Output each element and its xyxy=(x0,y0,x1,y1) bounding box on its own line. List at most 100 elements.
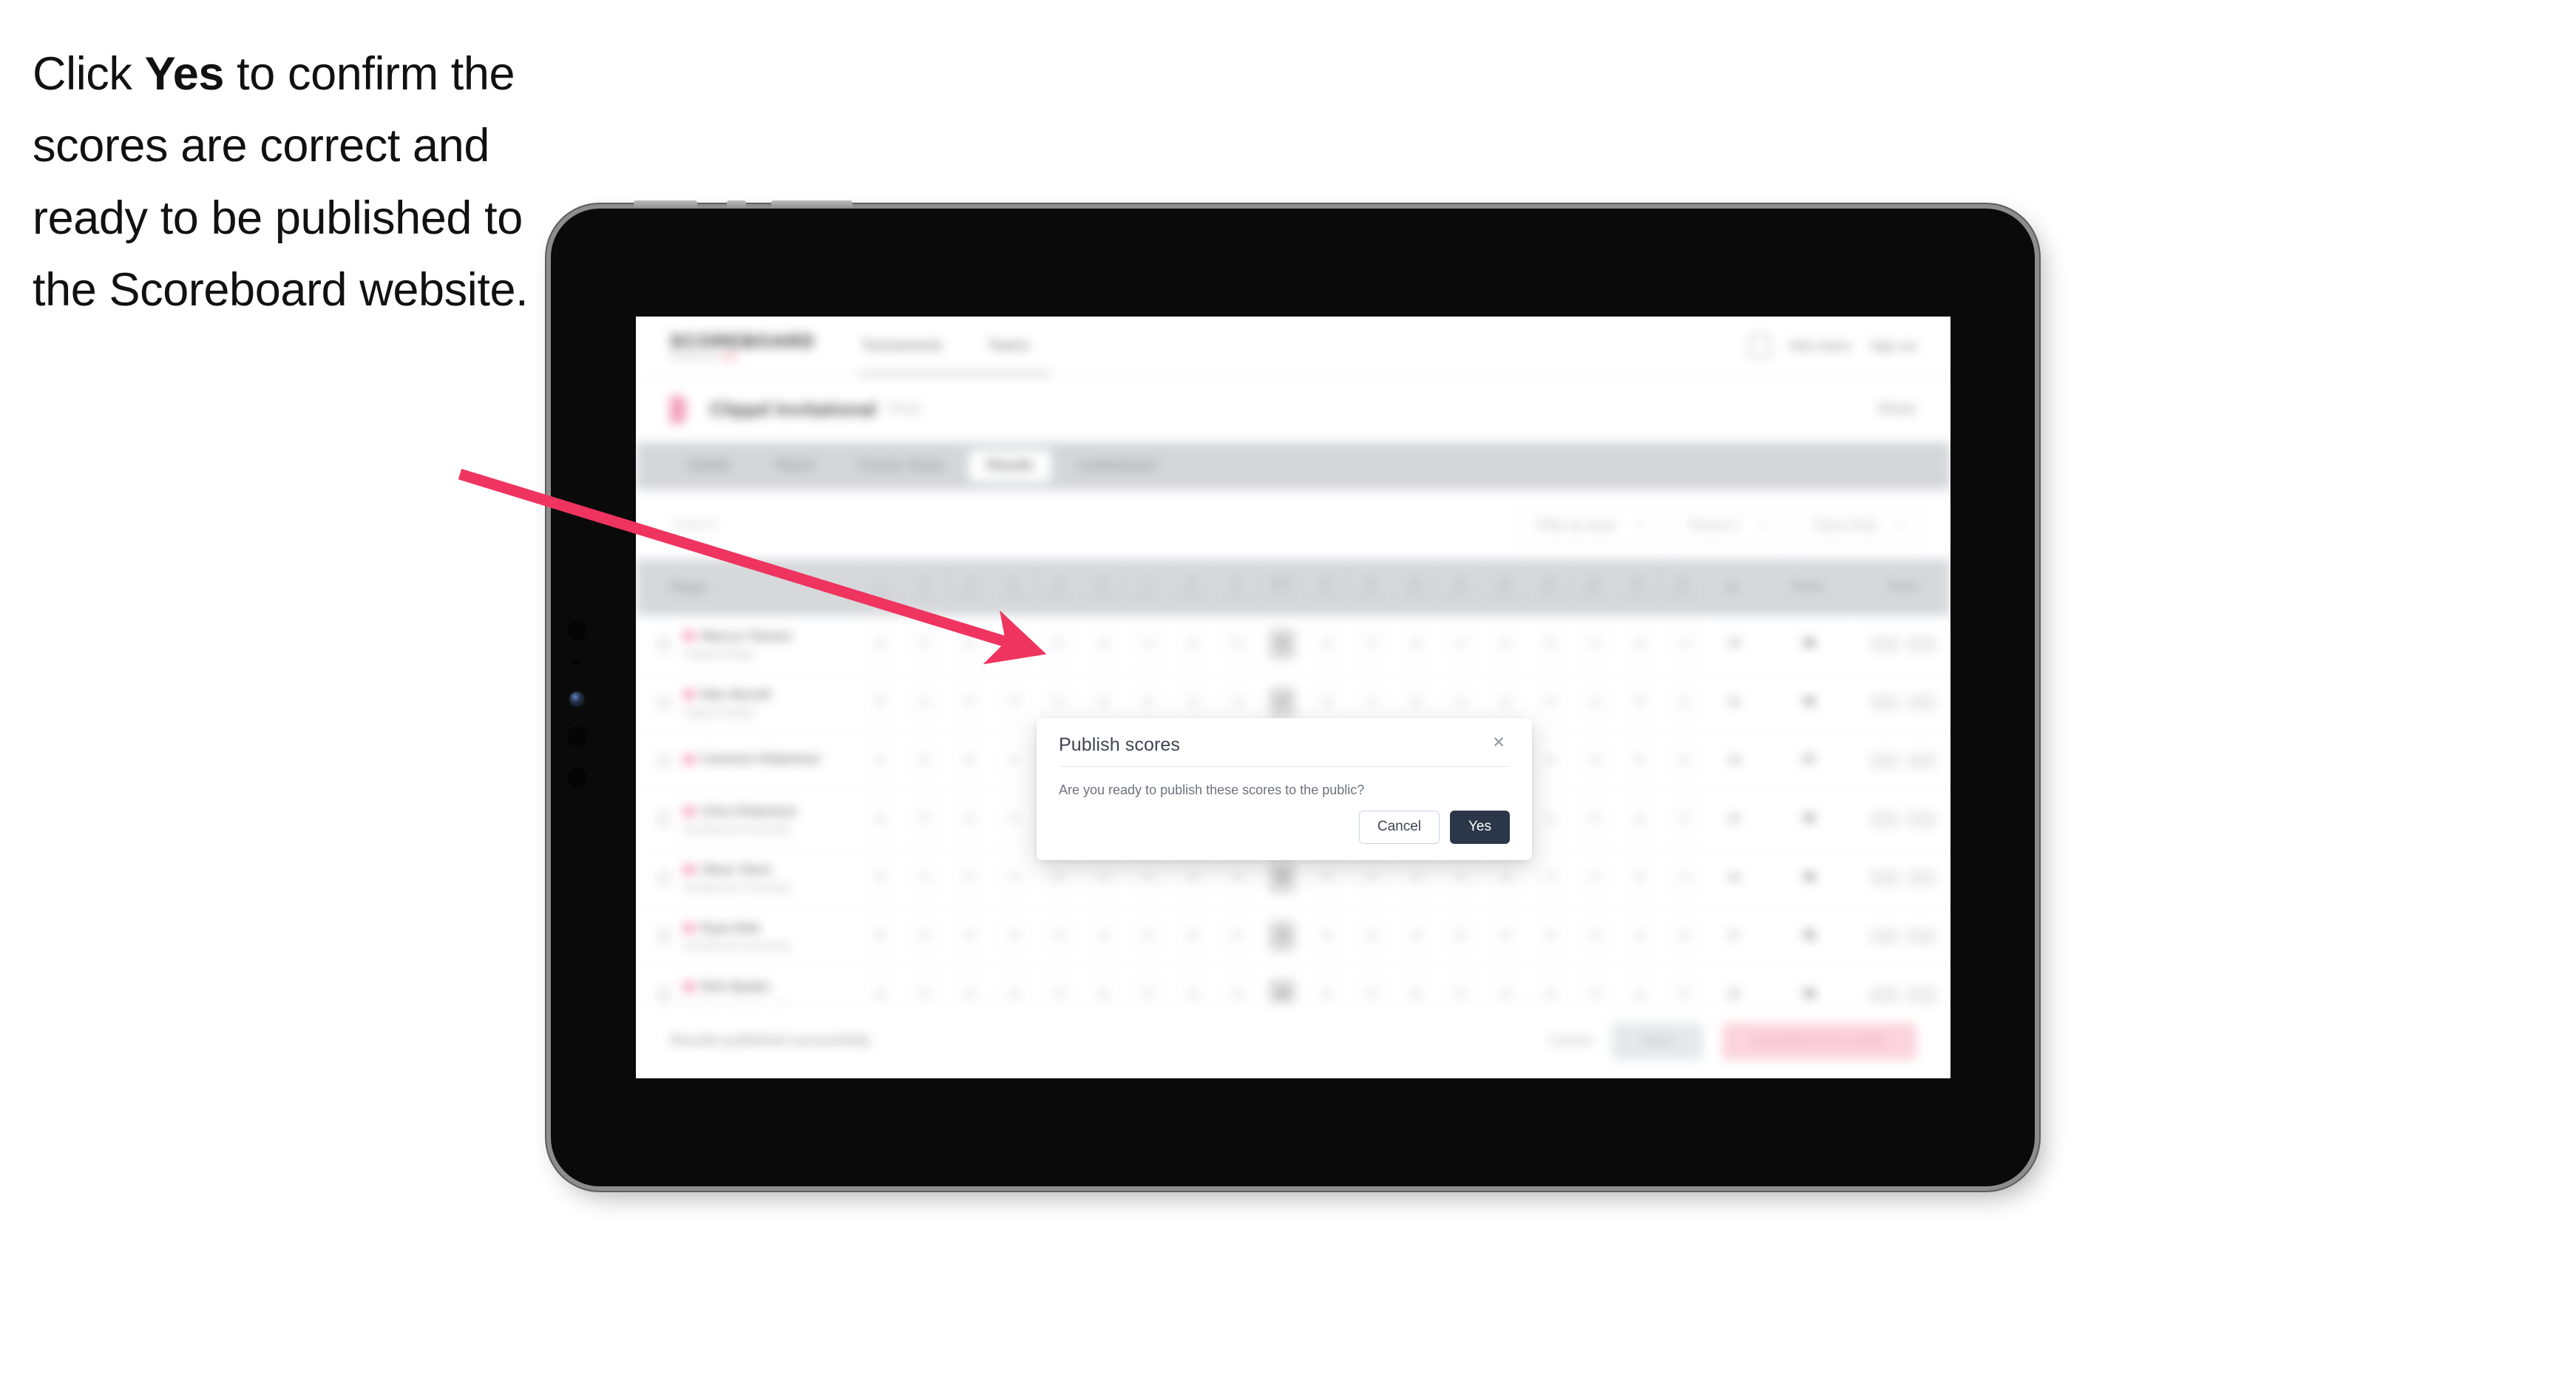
score-cell[interactable]: 4 xyxy=(1528,674,1572,731)
score-cell[interactable]: 4 xyxy=(902,907,946,965)
yes-button[interactable]: Yes xyxy=(1450,811,1510,844)
score-cell[interactable]: 5 xyxy=(1617,849,1661,907)
score-cell[interactable]: 4 xyxy=(992,966,1036,1003)
score-cell[interactable]: 4 xyxy=(1617,907,1661,965)
score-cell[interactable]: 4 xyxy=(1215,966,1259,1003)
score-cell[interactable]: 5 xyxy=(1528,615,1572,673)
score-cell[interactable]: 5 xyxy=(1438,907,1482,965)
score-cell[interactable]: 5 xyxy=(1349,615,1394,673)
score-cell[interactable]: 38 xyxy=(1260,907,1304,965)
footer-unpublish-button[interactable]: Unpublish from public xyxy=(1722,1022,1916,1060)
power-button[interactable] xyxy=(634,200,697,209)
score-cell[interactable]: 4 xyxy=(1662,732,1706,790)
score-cell[interactable]: 4 xyxy=(1126,907,1170,965)
score-cell[interactable]: 4 xyxy=(947,615,992,673)
score-cell[interactable]: 5 xyxy=(1170,907,1215,965)
score-cell[interactable]: 4 xyxy=(1617,966,1661,1003)
score-cell[interactable]: 5 xyxy=(902,615,946,673)
score-cell[interactable]: 4 xyxy=(1081,615,1125,673)
score-cell[interactable]: 4 xyxy=(992,849,1036,907)
score-cell[interactable]: 5 xyxy=(1081,966,1125,1003)
score-cell[interactable]: 4 xyxy=(1349,966,1394,1003)
score-cell[interactable]: 4 xyxy=(1438,966,1482,1003)
score-cell[interactable]: 4 xyxy=(1528,907,1572,965)
score-cell[interactable]: 4 xyxy=(947,907,992,965)
score-cell[interactable]: 4 xyxy=(902,791,946,848)
score-cell[interactable]: 4 xyxy=(992,674,1036,731)
score-cell[interactable]: 4 xyxy=(1573,966,1617,1003)
drag-handle-icon[interactable] xyxy=(658,694,670,711)
score-cell[interactable]: 4 xyxy=(1483,966,1528,1003)
tab-teams[interactable]: Teams xyxy=(756,450,833,482)
score-cell[interactable]: 38 xyxy=(1260,966,1304,1003)
score-cell[interactable]: 4 xyxy=(1617,791,1661,848)
score-cell[interactable]: 38 xyxy=(1260,615,1304,673)
score-cell[interactable]: 4 xyxy=(1573,849,1617,907)
score-cell[interactable]: 4 xyxy=(1304,907,1349,965)
table-row[interactable]: Ryan Britt Southwood University 5 4 4 4 4 4 4 5 4 3… xyxy=(636,907,1950,966)
nav-item-tournaments[interactable]: Tournaments xyxy=(861,338,943,354)
drag-handle-icon[interactable] xyxy=(658,753,670,769)
table-row[interactable]: Rich BarkerSouthwood University454445444… xyxy=(636,966,1950,1003)
tab-results[interactable]: Results xyxy=(969,450,1051,482)
score-cell[interactable]: 5 xyxy=(947,849,992,907)
score-cell[interactable]: 4 xyxy=(992,732,1036,790)
score-cell[interactable]: 4 xyxy=(1528,966,1572,1003)
score-cell[interactable]: 4 xyxy=(858,791,902,848)
score-cell[interactable]: 4 xyxy=(858,966,902,1003)
score-cell[interactable]: 4 xyxy=(1081,907,1125,965)
score-cell[interactable]: 4 xyxy=(1483,907,1528,965)
score-cell[interactable]: 5 xyxy=(1573,791,1617,848)
score-cell[interactable]: 4 xyxy=(1617,615,1661,673)
score-cell[interactable]: 4 xyxy=(1573,732,1617,790)
score-cell[interactable]: 5 xyxy=(1617,732,1661,790)
score-cell[interactable]: 5 xyxy=(902,966,946,1003)
score-cell[interactable]: 4 xyxy=(902,849,946,907)
tab-leaderboard[interactable]: Leaderboard xyxy=(1059,450,1174,482)
score-cell[interactable]: 5 xyxy=(902,732,946,790)
tab-details[interactable]: Details xyxy=(670,450,748,482)
score-cell[interactable]: 4 xyxy=(1394,615,1438,673)
cancel-button[interactable]: Cancel xyxy=(1358,811,1440,844)
drag-handle-icon[interactable] xyxy=(658,928,670,944)
score-cell[interactable]: 4 xyxy=(1573,907,1617,965)
footer-cancel-button[interactable]: Cancel xyxy=(1549,1033,1593,1049)
share-button[interactable]: Share xyxy=(1877,401,1916,418)
score-cell[interactable]: 4 xyxy=(858,674,902,731)
score-cell[interactable]: 5 xyxy=(1662,966,1706,1003)
score-cell[interactable]: 4 xyxy=(1037,966,1081,1003)
score-cell[interactable]: 4 xyxy=(947,966,992,1003)
score-cell[interactable]: 4 xyxy=(1662,615,1706,673)
avatar[interactable] xyxy=(1748,335,1771,357)
score-cell[interactable]: 4 xyxy=(1037,907,1081,965)
score-cell[interactable]: 3 xyxy=(1170,615,1215,673)
score-cell[interactable]: 4 xyxy=(992,907,1036,965)
score-cell[interactable]: 4 xyxy=(858,732,902,790)
score-cell[interactable]: 4 xyxy=(1528,732,1572,790)
nav-item-teams[interactable]: Teams xyxy=(988,338,1029,354)
score-cell[interactable]: 4 xyxy=(1438,615,1482,673)
drag-handle-icon[interactable] xyxy=(658,636,670,652)
score-cell[interactable]: 4 xyxy=(947,791,992,848)
nav-sign-out[interactable]: Sign out xyxy=(1871,339,1916,354)
score-cell[interactable]: 4 xyxy=(1126,966,1170,1003)
close-icon[interactable]: × xyxy=(1488,731,1510,753)
score-cell[interactable]: 4 xyxy=(1573,674,1617,731)
score-cell[interactable]: 4 xyxy=(1528,849,1572,907)
score-cell[interactable]: 4 xyxy=(902,674,946,731)
score-cell[interactable]: 5 xyxy=(947,732,992,790)
footer-save-button[interactable]: Save xyxy=(1611,1022,1704,1060)
score-cell[interactable]: 4 xyxy=(1394,907,1438,965)
score-cell[interactable]: 5 xyxy=(858,907,902,965)
score-cell[interactable]: 4 xyxy=(1483,615,1528,673)
score-cell[interactable]: 4 xyxy=(947,674,992,731)
score-cell[interactable]: 4 xyxy=(858,615,902,673)
score-cell[interactable]: 4 xyxy=(1126,615,1170,673)
filter-teamonly-select[interactable]: Team Only ▼ xyxy=(1797,507,1921,543)
score-cell[interactable]: 4 xyxy=(992,615,1036,673)
score-cell[interactable]: 4 xyxy=(858,849,902,907)
score-cell[interactable]: 4 xyxy=(1349,907,1394,965)
nav-user-name[interactable]: Nick Harris xyxy=(1790,339,1851,354)
score-cell[interactable]: 5 xyxy=(992,791,1036,848)
score-cell[interactable]: 4 xyxy=(1304,615,1349,673)
